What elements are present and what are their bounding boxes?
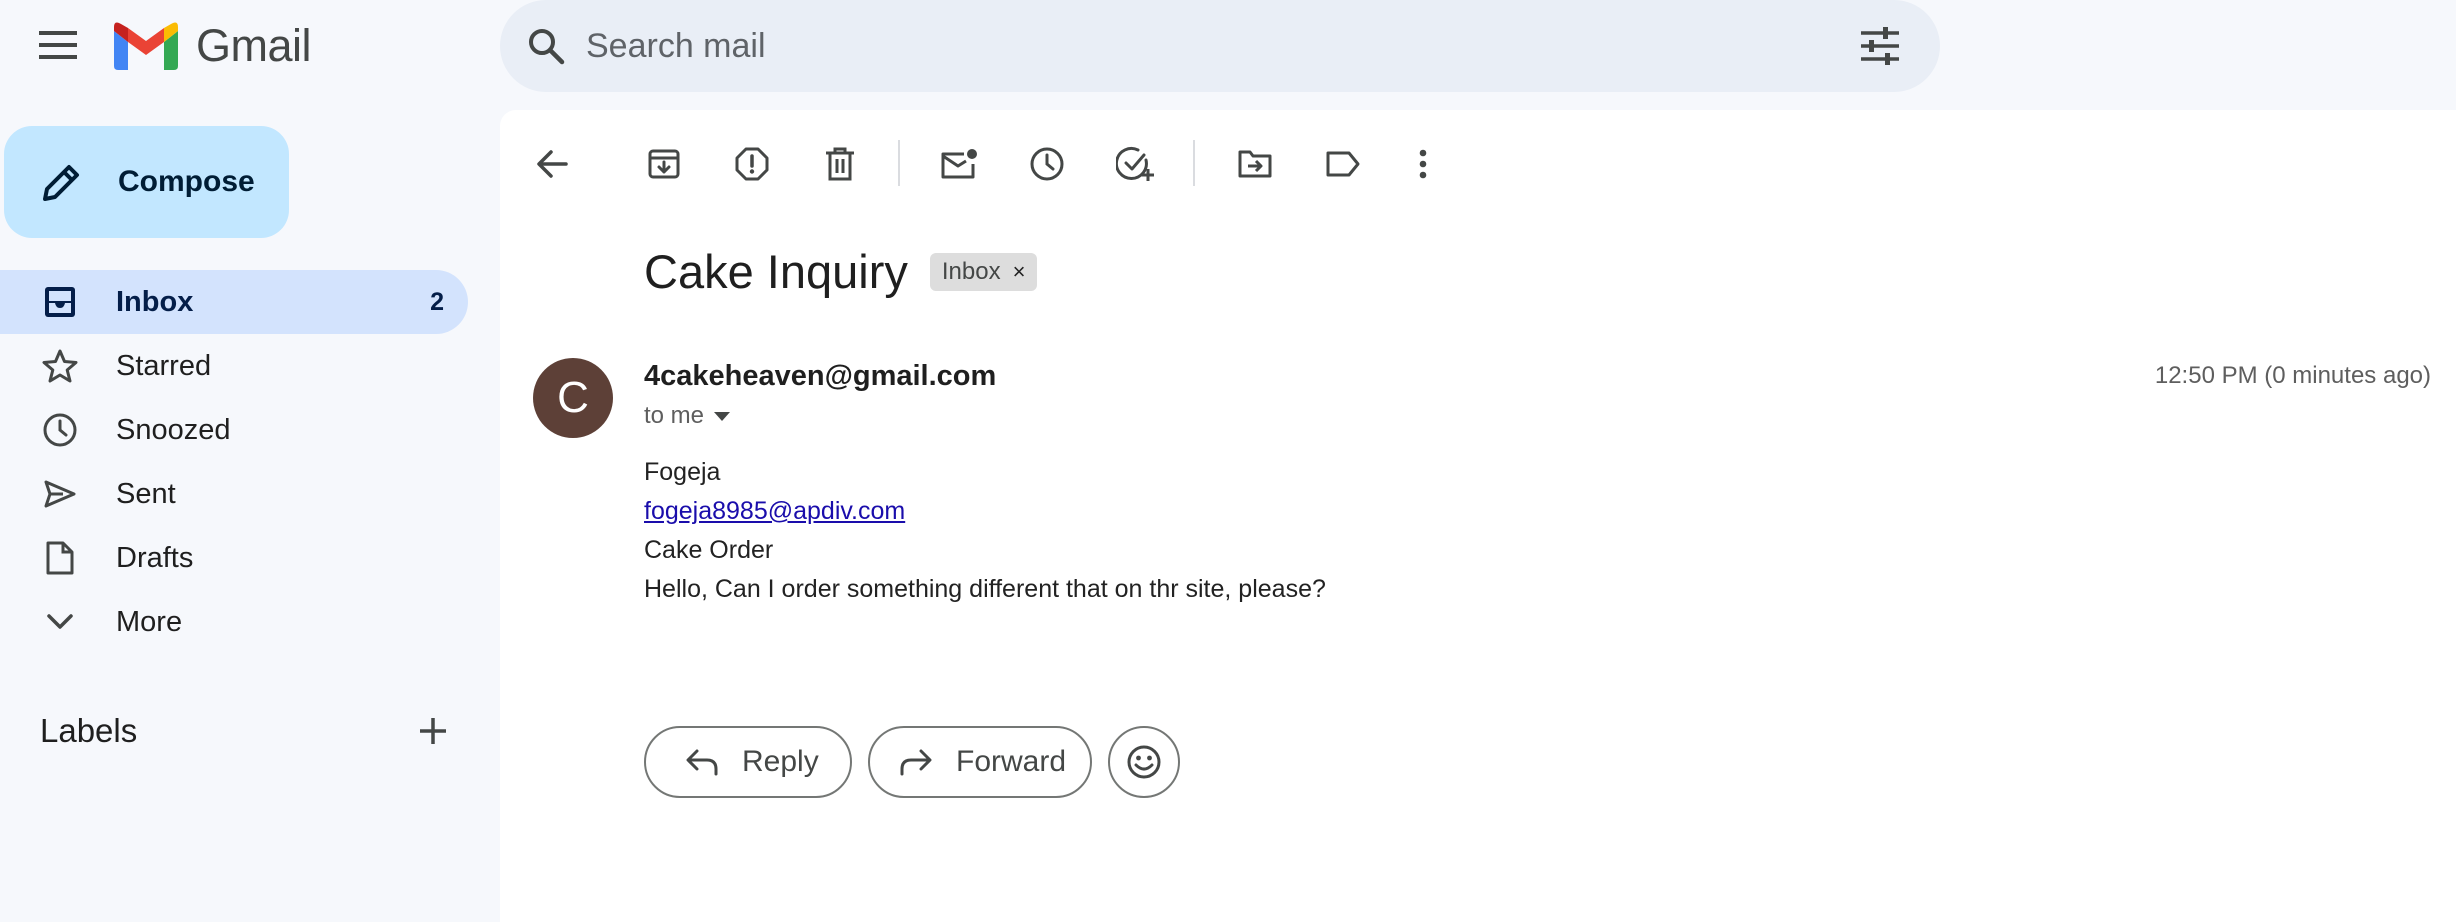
sidebar-item-snoozed[interactable]: Snoozed	[0, 398, 468, 462]
toolbar-divider	[898, 140, 900, 186]
pencil-icon	[40, 160, 84, 204]
gmail-logo-icon	[114, 22, 178, 70]
sidebar-item-drafts[interactable]: Drafts	[0, 526, 468, 590]
compose-button[interactable]: Compose	[4, 126, 289, 238]
labels-section-header: Labels	[40, 706, 460, 756]
body-message: Hello, Can I order something different t…	[644, 575, 1326, 603]
sender-avatar[interactable]: C	[533, 358, 613, 438]
reply-icon	[682, 742, 722, 782]
unread-count-badge: 2	[430, 287, 444, 316]
forward-icon	[896, 742, 936, 782]
main-menu-button[interactable]	[26, 20, 92, 70]
remove-label-icon[interactable]: ×	[1013, 259, 1026, 285]
more-options-icon[interactable]	[1395, 136, 1451, 192]
move-to-icon[interactable]	[1227, 136, 1283, 192]
sidebar-item-starred[interactable]: Starred	[0, 334, 468, 398]
email-view: Cake Inquiry Inbox × C 4cakeheaven@gmail…	[500, 110, 2456, 922]
sidebar-item-label: Snoozed	[116, 413, 231, 446]
recipient-label: to me	[644, 402, 705, 429]
sidebar-item-more[interactable]: More	[0, 590, 468, 654]
body-name: Fogeja	[644, 458, 721, 486]
label-icon[interactable]	[1315, 136, 1371, 192]
sidebar-item-label: Starred	[116, 349, 212, 382]
back-icon[interactable]	[524, 136, 580, 192]
add-task-icon[interactable]	[1107, 136, 1163, 192]
avatar-letter: C	[557, 373, 589, 422]
reply-button[interactable]: Reply	[644, 726, 852, 798]
emoji-reaction-button[interactable]	[1108, 726, 1180, 798]
email-timestamp: 12:50 PM (0 minutes ago)	[2154, 362, 2431, 389]
delete-icon[interactable]	[812, 136, 868, 192]
send-icon	[40, 474, 80, 514]
sidebar-nav: Inbox 2 Starred Snoozed Sent Drafts More	[0, 270, 468, 654]
compose-label: Compose	[118, 165, 255, 198]
email-subject: Cake Inquiry	[644, 245, 908, 298]
caret-down-icon	[714, 411, 731, 421]
mark-unread-icon[interactable]	[931, 136, 987, 192]
sidebar-item-inbox[interactable]: Inbox 2	[0, 270, 468, 334]
app-name: Gmail	[196, 20, 312, 71]
sidebar-item-label: Sent	[116, 477, 176, 510]
report-spam-icon[interactable]	[724, 136, 780, 192]
body-email-link[interactable]: fogeja8985@apdiv.com	[644, 497, 905, 526]
label-chip-inbox[interactable]: Inbox ×	[929, 252, 1038, 291]
add-label-icon[interactable]	[412, 710, 454, 752]
gmail-logo[interactable]: Gmail	[114, 18, 312, 74]
archive-icon[interactable]	[636, 136, 692, 192]
sender-email[interactable]: 4cakeheaven@gmail.com	[644, 360, 996, 393]
star-icon	[40, 346, 80, 386]
search-options-icon[interactable]	[1856, 22, 1904, 70]
sidebar-item-label: Drafts	[116, 541, 194, 574]
body-subject-line: Cake Order	[644, 536, 774, 564]
label-chip-text: Inbox	[941, 257, 1001, 285]
toolbar-divider	[1193, 140, 1195, 186]
forward-button[interactable]: Forward	[868, 726, 1092, 798]
recipient-details-toggle[interactable]: to me	[644, 402, 731, 430]
sidebar-item-sent[interactable]: Sent	[0, 462, 468, 526]
smiley-icon	[1127, 745, 1161, 779]
search-bar[interactable]	[500, 0, 1940, 92]
search-icon[interactable]	[524, 24, 568, 68]
forward-label: Forward	[956, 745, 1067, 778]
subject-row: Cake Inquiry Inbox ×	[644, 244, 1038, 299]
labels-title: Labels	[40, 712, 138, 749]
hamburger-menu-icon	[39, 31, 77, 59]
snooze-icon[interactable]	[1019, 136, 1075, 192]
search-input[interactable]	[586, 26, 1786, 66]
sidebar-item-label: More	[116, 605, 183, 638]
inbox-icon	[40, 282, 80, 322]
clock-icon	[40, 410, 80, 450]
chevron-down-icon	[40, 602, 80, 642]
draft-icon	[40, 538, 80, 578]
sidebar-item-label: Inbox	[116, 285, 194, 318]
reply-label: Reply	[742, 745, 819, 778]
